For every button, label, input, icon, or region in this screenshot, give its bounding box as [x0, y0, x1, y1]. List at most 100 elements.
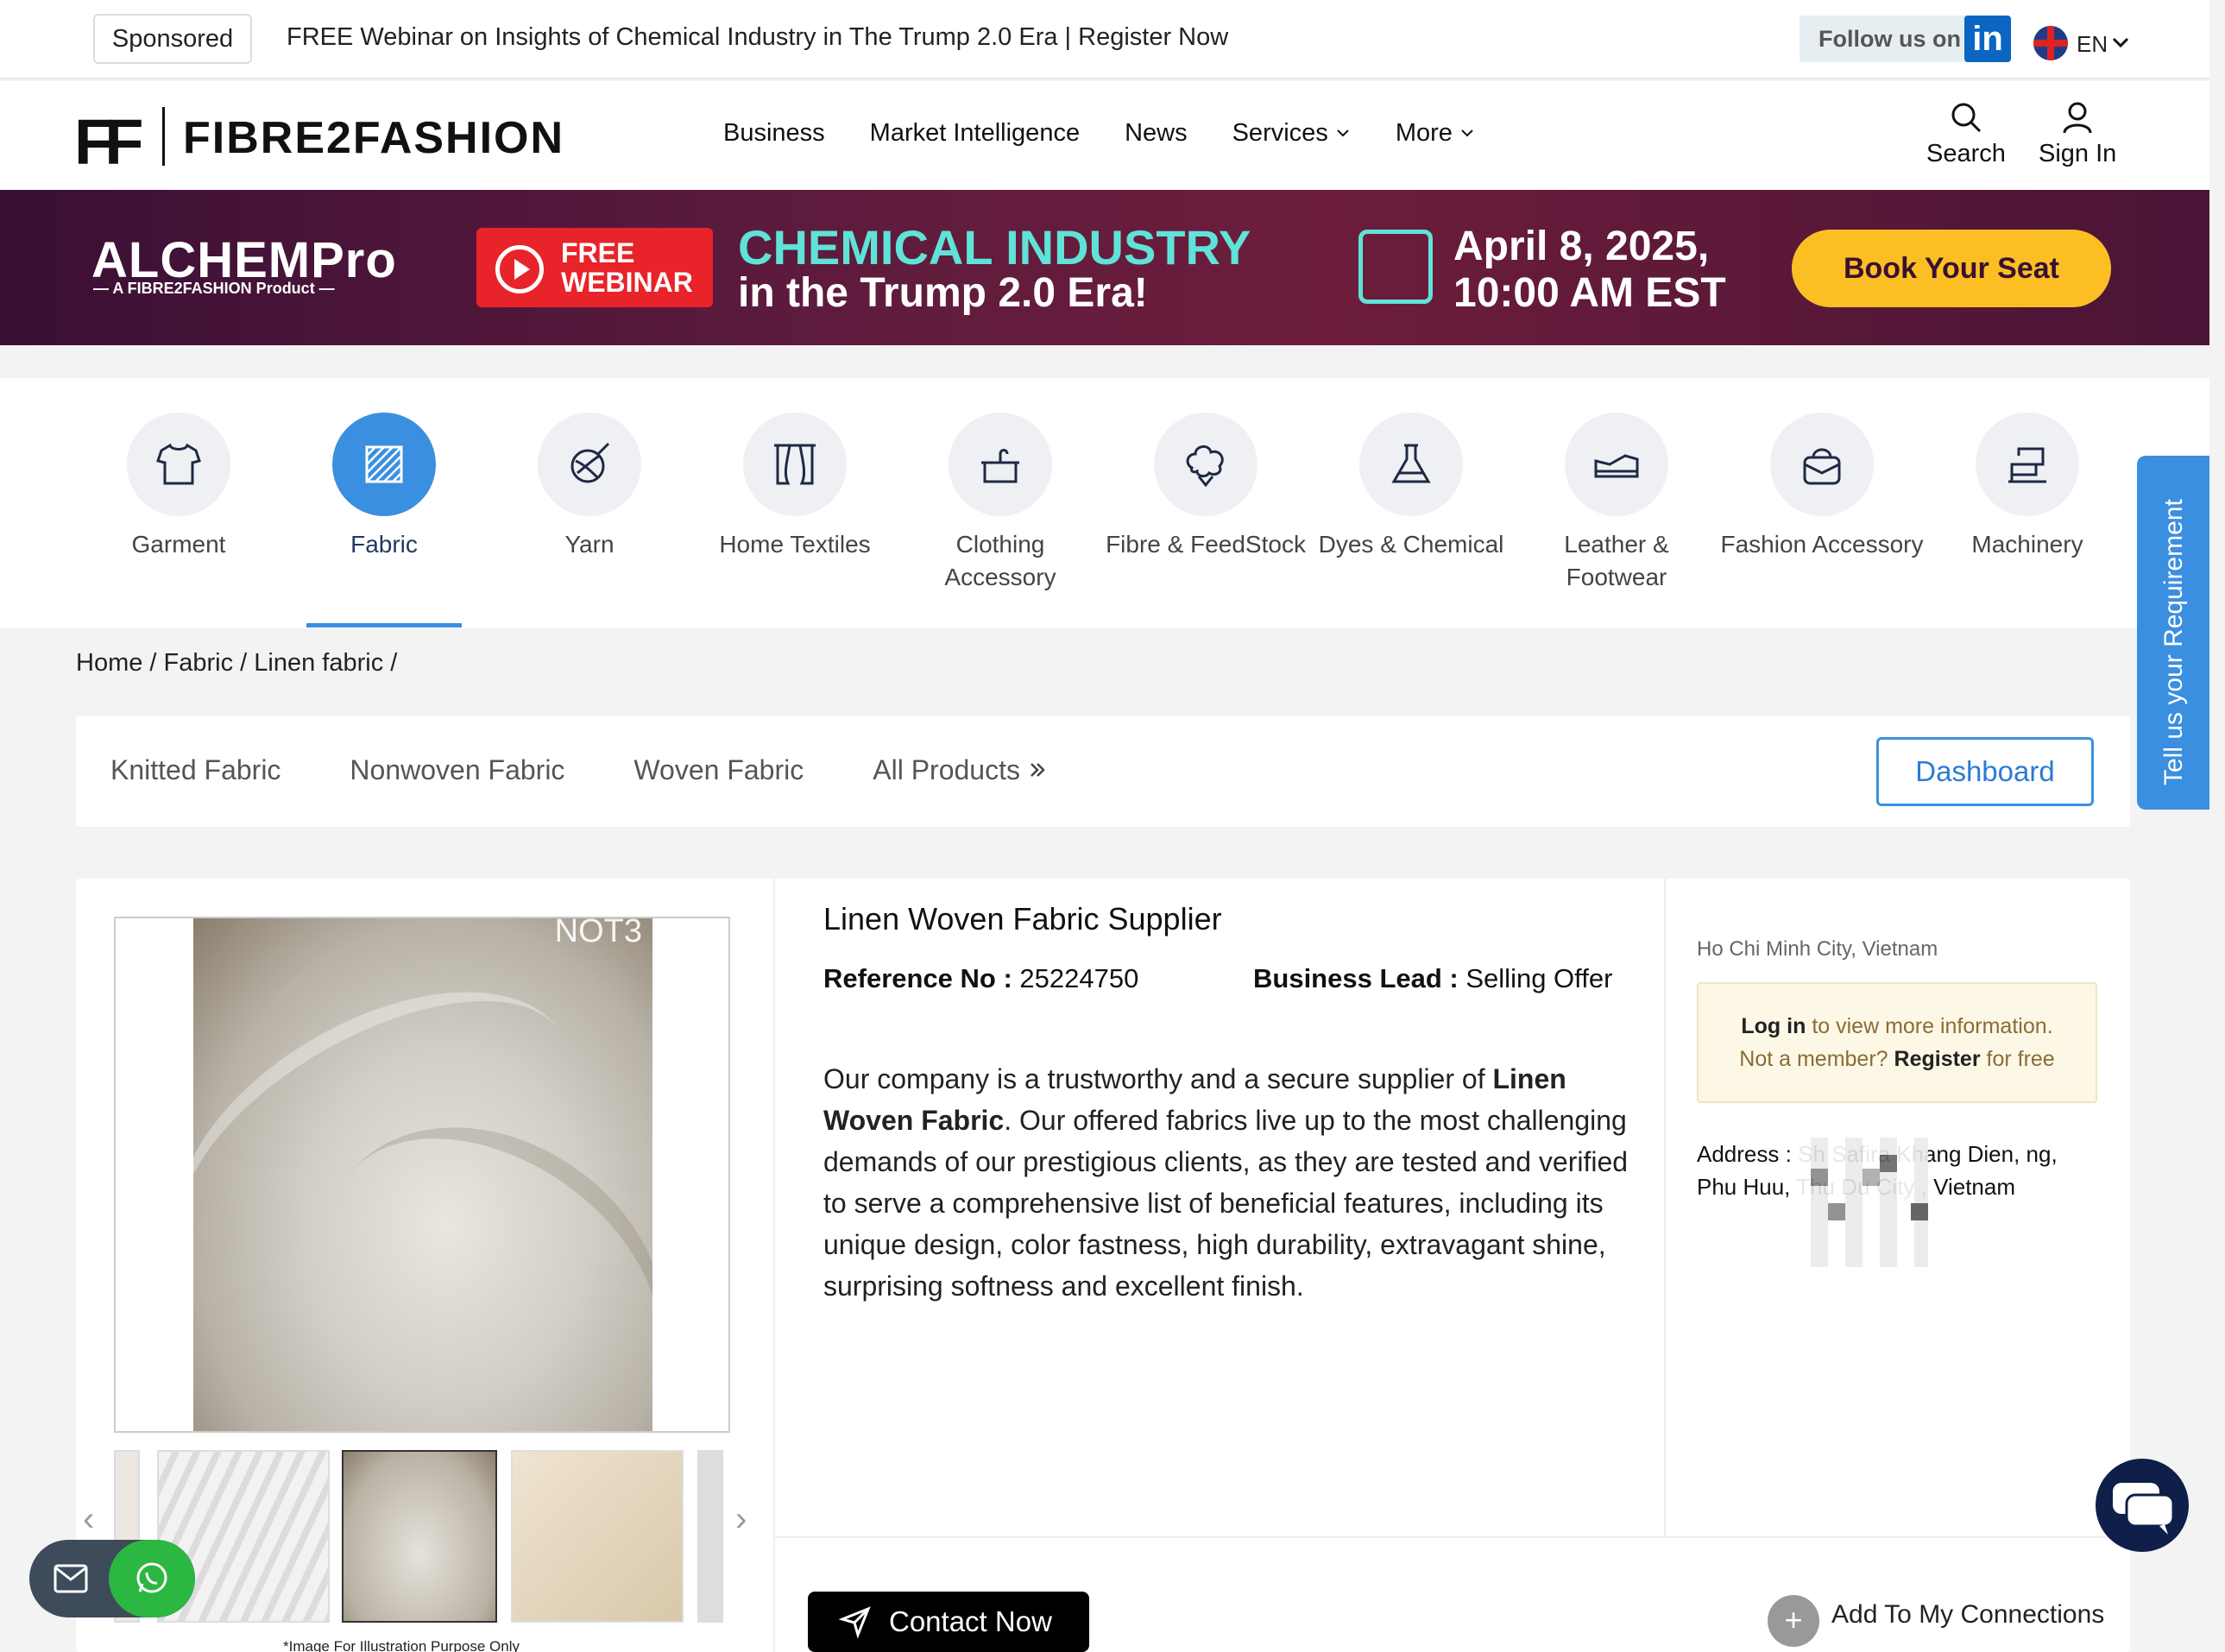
badge-free: FREE — [561, 237, 635, 268]
add-icon[interactable]: + — [1768, 1595, 1819, 1647]
banner-time: 10:00 AM EST — [1453, 270, 1726, 316]
category-clothing-accessory[interactable]: Clothing Accessory — [898, 413, 1103, 594]
contact-float-bar — [29, 1540, 195, 1617]
subnav-nonwoven-fabric[interactable]: Nonwoven Fabric — [350, 754, 564, 786]
badge-webinar: WEBINAR — [561, 267, 693, 298]
yarn-icon — [570, 442, 610, 483]
category-leather-footwear[interactable]: Leather & Footwear — [1514, 413, 1719, 594]
category-machinery[interactable]: Machinery — [1925, 413, 2130, 561]
seller-location: Ho Chi Minh City, Vietnam — [1697, 937, 1938, 961]
product-info: Linen Woven Fabric Supplier Reference No… — [775, 879, 1666, 1538]
category-garment[interactable]: Garment — [76, 413, 281, 561]
active-category-indicator — [306, 623, 462, 627]
send-icon — [839, 1606, 871, 1638]
nav-market-intelligence[interactable]: Market Intelligence — [870, 119, 1080, 148]
category-label: Garment — [131, 531, 226, 558]
contact-now-label: Contact Now — [889, 1605, 1052, 1637]
image-note: *Image For Illustration Purpose Only — [283, 1638, 520, 1652]
reference-label: Reference No : — [823, 963, 1012, 993]
nav-more[interactable]: More — [1396, 119, 1475, 148]
category-label: Fabric — [350, 531, 418, 558]
image-watermark: NOT3 — [554, 918, 642, 949]
fabric-icon — [365, 445, 403, 483]
category-label: Fibre & FeedStock — [1106, 531, 1306, 558]
shirt-icon — [156, 443, 201, 485]
promo-link[interactable]: FREE Webinar on Insights of Chemical Ind… — [287, 23, 1228, 52]
follow-linkedin[interactable]: Follow us on in — [1800, 16, 2011, 62]
flask-icon — [1391, 444, 1431, 483]
thumbnail[interactable] — [697, 1450, 723, 1623]
category-fibre-feedstock[interactable]: Fibre & FeedStock — [1103, 413, 1308, 561]
breadcrumb[interactable]: Home / Fabric / Linen fabric / — [76, 649, 397, 678]
thumbnail-active[interactable] — [342, 1450, 497, 1623]
thumbnail-strip — [114, 1450, 730, 1623]
language-selector[interactable]: EN — [2077, 31, 2108, 58]
webinar-banner[interactable]: ALCHEMPro — A FIBRE2FASHION Product — FR… — [0, 190, 2209, 345]
subnav-all-products[interactable]: All Products — [873, 754, 1047, 786]
category-yarn[interactable]: Yarn — [487, 413, 692, 561]
product-description: Our company is a trustworthy and a secur… — [823, 1058, 1635, 1307]
nav-services-label: Services — [1232, 119, 1328, 147]
business-lead-value: Selling Offer — [1465, 963, 1613, 993]
seller-info: Ho Chi Minh City, Vietnam Log in to view… — [1666, 879, 2130, 1538]
category-home-textiles[interactable]: Home Textiles — [692, 413, 898, 561]
logo-text[interactable]: FIBRE2FASHION — [183, 112, 564, 164]
category-label: Machinery — [1971, 531, 2083, 558]
shoe-icon — [1594, 454, 1639, 478]
whatsapp-button[interactable] — [109, 1540, 195, 1617]
sign-in-button[interactable]: Sign In — [2039, 100, 2116, 168]
main-product-image[interactable]: NOT3 — [114, 917, 730, 1433]
thumbnail[interactable] — [511, 1450, 684, 1623]
dashboard-button[interactable]: Dashboard — [1876, 737, 2094, 806]
login-link[interactable]: Log in — [1741, 1014, 1806, 1038]
nav-business[interactable]: Business — [723, 119, 825, 148]
banner-brand-sub: — A FIBRE2FASHION Product — — [93, 280, 335, 297]
free-webinar-badge: FREE WEBINAR — [476, 228, 713, 307]
main-header: FF FIBRE2FASHION Business Market Intelli… — [0, 81, 2209, 190]
banner-date: April 8, 2025, — [1453, 224, 1710, 269]
nav-news[interactable]: News — [1125, 119, 1188, 148]
register-suffix: for free — [1980, 1047, 2055, 1071]
category-label: Fashion Accessory — [1720, 531, 1924, 558]
linkedin-icon: in — [1964, 16, 2011, 62]
add-to-connections-link[interactable]: Add To My Connections — [1831, 1600, 2104, 1630]
requirement-tab[interactable]: Tell us your Requirement — [2137, 456, 2209, 810]
bag-icon — [1803, 448, 1841, 485]
nav-services[interactable]: Services — [1232, 119, 1351, 148]
category-fashion-accessory[interactable]: Fashion Accessory — [1719, 413, 1925, 561]
category-fabric[interactable]: Fabric — [281, 413, 487, 561]
search-button[interactable]: Search — [1926, 100, 2006, 168]
curtain-icon — [774, 444, 816, 485]
mail-icon[interactable] — [54, 1564, 88, 1593]
sponsored-badge: Sponsored — [93, 14, 252, 64]
logo-mark[interactable]: FF — [74, 105, 143, 179]
register-link[interactable]: Register — [1894, 1047, 1981, 1071]
category-label: Home Textiles — [719, 531, 871, 558]
category-label: Dyes & Chemical — [1318, 531, 1504, 558]
business-lead: Business Lead : Selling Offer — [1253, 963, 1612, 994]
product-card: NOT3 ‹ › *Image For Illustration Purpose… — [76, 879, 2130, 1652]
contact-now-button[interactable]: Contact Now — [808, 1592, 1089, 1652]
chevron-left-icon[interactable]: ‹ — [83, 1500, 94, 1539]
chat-bubble-icon — [2113, 1483, 2175, 1535]
chat-button[interactable] — [2096, 1459, 2189, 1552]
calendar-icon — [1358, 230, 1433, 304]
follow-label: Follow us on — [1818, 26, 1961, 52]
subnav-knitted-fabric[interactable]: Knitted Fabric — [110, 754, 280, 786]
book-seat-button[interactable]: Book Your Seat — [1792, 230, 2111, 307]
search-icon — [1951, 103, 1981, 133]
banner-subheadline: in the Trump 2.0 Era! — [738, 270, 1148, 316]
sign-in-label: Sign In — [2039, 140, 2117, 167]
reference-value: 25224750 — [1019, 963, 1139, 993]
chevron-right-icon[interactable]: › — [735, 1500, 747, 1539]
top-bar: Sponsored FREE Webinar on Insights of Ch… — [0, 0, 2209, 79]
subnav-all-products-label: All Products — [873, 754, 1020, 785]
category-bar: Garment Fabric Yarn Home Textiles Clothi… — [0, 378, 2209, 628]
chevron-down-icon — [1337, 129, 1349, 137]
hanger-icon — [981, 449, 1019, 483]
requirement-tab-label: Tell us your Requirement — [2159, 499, 2188, 785]
not-member-text: Not a member? — [1739, 1047, 1894, 1071]
product-title: Linen Woven Fabric Supplier — [823, 901, 1222, 936]
category-dyes-chemical[interactable]: Dyes & Chemical — [1308, 413, 1514, 561]
subnav-woven-fabric[interactable]: Woven Fabric — [633, 754, 804, 786]
